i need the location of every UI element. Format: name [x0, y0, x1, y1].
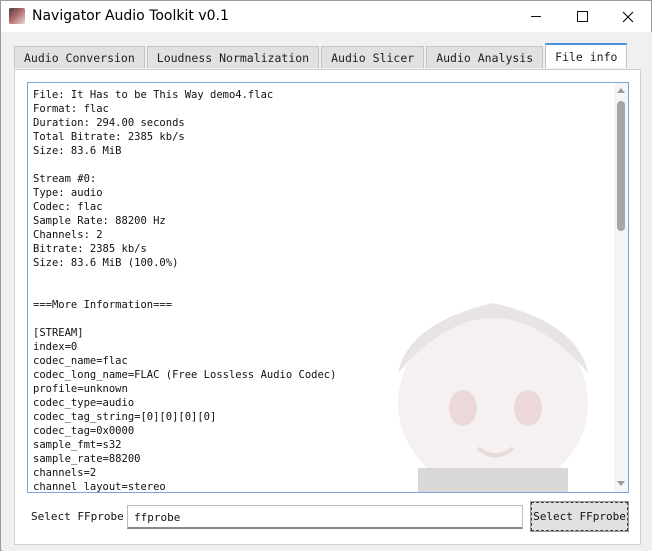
scrollbar-thumb[interactable] [617, 101, 625, 231]
app-icon [9, 8, 25, 24]
file-info-line [33, 270, 605, 284]
tab-bar: Audio Conversion Loudness Normalization … [14, 43, 629, 68]
file-info-line: ===More Information=== [33, 299, 173, 311]
file-info-line [33, 284, 605, 298]
file-info-line: codec_long_name=FLAC (Free Lossless Audi… [33, 369, 337, 381]
vertical-scrollbar[interactable] [614, 83, 628, 492]
file-info-line: channels=2 [33, 467, 97, 479]
select-ffprobe-button[interactable]: Select FFprobe [530, 501, 629, 532]
file-info-line: Stream #0: [33, 173, 97, 185]
file-info-line: codec_type=audio [33, 397, 135, 409]
minimize-icon [531, 16, 541, 17]
ffprobe-row: Select FFprobe ffprobe Select FFprobe [27, 501, 629, 532]
title-bar[interactable]: Navigator Audio Toolkit v0.1 [1, 1, 651, 32]
file-info-text: File: It Has to be This Way demo4.flac Fo… [33, 88, 605, 493]
file-info-line: File: It Has to be This Way demo4.flac [33, 89, 274, 101]
ffprobe-label: Select FFprobe [31, 510, 124, 523]
close-button[interactable] [605, 1, 651, 32]
file-info-line: Type: audio [33, 187, 103, 199]
file-info-line: Size: 83.6 MiB (100.0%) [33, 257, 179, 269]
file-info-line: codec_name=flac [33, 355, 128, 367]
maximize-icon [576, 11, 588, 22]
file-info-line: codec_tag=0x0000 [33, 425, 135, 437]
file-info-line: [STREAM] [33, 327, 84, 339]
file-info-line: Duration: 294.00 seconds [33, 117, 185, 129]
file-info-line: profile=unknown [33, 383, 128, 395]
tab-file-info[interactable]: File info [545, 43, 628, 68]
tab-audio-slicer[interactable]: Audio Slicer [321, 46, 425, 68]
close-icon [622, 11, 634, 22]
file-info-textbox[interactable]: File: It Has to be This Way demo4.flac Fo… [27, 82, 629, 493]
file-info-line [33, 312, 605, 326]
file-info-line: Bitrate: 2385 kb/s [33, 243, 147, 255]
file-info-line: Codec: flac [33, 201, 103, 213]
file-info-line: Format: flac [33, 103, 109, 115]
file-info-line: codec_tag_string=[0][0][0][0] [33, 411, 217, 423]
minimize-button[interactable] [513, 1, 559, 32]
file-info-line: Total Bitrate: 2385 kb/s [33, 131, 185, 143]
scroll-up-arrow-icon[interactable] [617, 88, 625, 93]
file-info-line: index=0 [33, 341, 78, 353]
file-info-line: Sample Rate: 88200 Hz [33, 215, 166, 227]
file-info-line: sample_rate=88200 [33, 453, 141, 465]
file-info-line: Size: 83.6 MiB [33, 145, 122, 157]
file-info-line [33, 158, 605, 172]
app-window: Navigator Audio Toolkit v0.1 Audio Conve… [0, 0, 652, 551]
maximize-button[interactable] [559, 1, 605, 32]
window-title: Navigator Audio Toolkit v0.1 [32, 8, 229, 24]
tab-audio-analysis[interactable]: Audio Analysis [426, 46, 544, 68]
file-info-panel: File: It Has to be This Way demo4.flac Fo… [14, 69, 641, 545]
client-area: Audio Conversion Loudness Normalization … [2, 32, 652, 551]
tab-audio-conversion[interactable]: Audio Conversion [14, 46, 145, 68]
file-info-line: sample_fmt=s32 [33, 439, 122, 451]
tab-loudness-normalization[interactable]: Loudness Normalization [146, 46, 320, 68]
file-info-line: channel_layout=stereo [33, 481, 166, 493]
scroll-down-arrow-icon[interactable] [617, 481, 625, 486]
file-info-line: Channels: 2 [33, 229, 103, 241]
ffprobe-path-input[interactable]: ffprobe [127, 505, 523, 529]
